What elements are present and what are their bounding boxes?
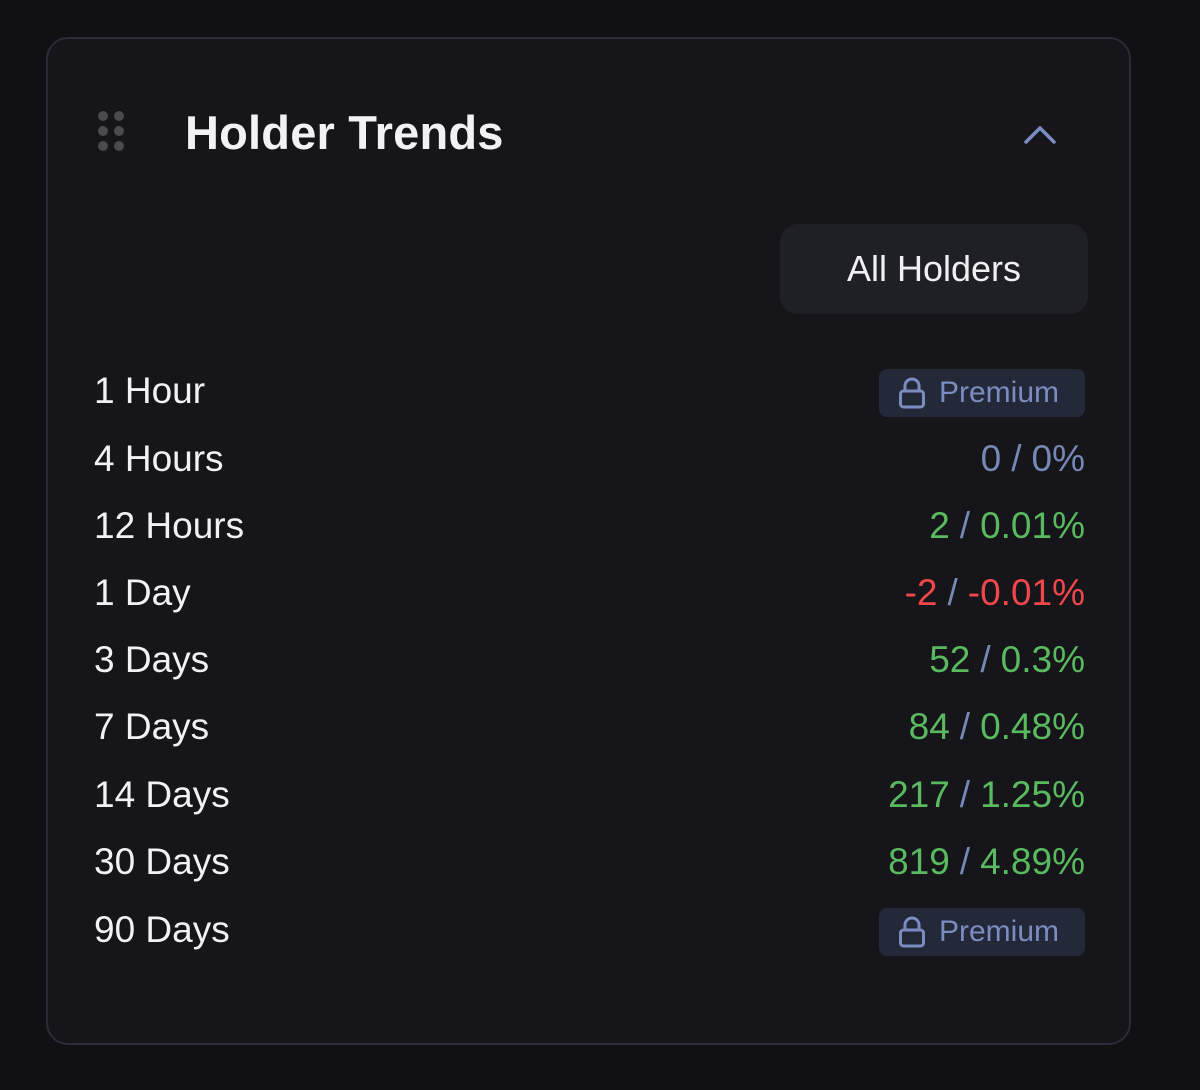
holder-change-count: 217 [888, 774, 950, 815]
collapse-button[interactable] [1018, 117, 1062, 151]
holder-change-percent: 0% [1031, 438, 1085, 479]
trend-row-label: 3 Days [94, 639, 210, 680]
holder-change-count: 84 [908, 706, 950, 747]
trend-row: 1 Hour Premium [48, 359, 1129, 419]
trend-row: 90 Days Premium [48, 898, 1129, 958]
value-separator: / [1011, 438, 1022, 479]
trend-value: 84/0.48% [909, 703, 1085, 751]
trend-value: 0/0% [981, 435, 1085, 483]
trend-row: 30 Days 819/4.89% [48, 830, 1129, 890]
holder-filter-button[interactable]: All Holders [780, 224, 1088, 314]
trend-row-label: 30 Days [94, 841, 230, 882]
trend-row: 1 Day -2/-0.01% [48, 561, 1129, 621]
value-separator: / [947, 572, 958, 613]
trend-row-label: 90 Days [94, 909, 230, 950]
holder-change-percent: 0.01% [980, 505, 1085, 546]
panel-header: Holder Trends [48, 39, 1129, 229]
trend-value: 52/0.3% [929, 636, 1085, 684]
holder-change-count: 2 [929, 505, 950, 546]
trend-value: -2/-0.01% [905, 569, 1085, 617]
trend-row-label: 7 Days [94, 706, 210, 747]
trend-row-label: 1 Day [94, 572, 191, 613]
holder-change-count: 819 [888, 841, 950, 882]
holder-change-count: 0 [980, 438, 1002, 479]
trend-row-label: 12 Hours [94, 505, 245, 546]
trend-row-label: 14 Days [94, 774, 230, 815]
value-separator: / [959, 505, 971, 546]
trend-row: 14 Days 217/1.25% [48, 763, 1129, 823]
trend-value: 819/4.89% [888, 838, 1085, 886]
holder-change-count: 52 [929, 639, 971, 680]
premium-badge[interactable]: Premium [879, 908, 1085, 956]
holder-change-count: -2 [904, 572, 938, 613]
holder-trends-panel: Holder Trends All Holders 1 Hour Premium 4… [46, 37, 1131, 1045]
trend-value: 217/1.25% [888, 771, 1085, 819]
holder-change-percent: 1.25% [980, 774, 1085, 815]
holder-change-percent: 4.89% [980, 841, 1085, 882]
value-separator: / [959, 841, 971, 882]
lock-icon [899, 377, 925, 409]
trend-row: 12 Hours 2/0.01% [48, 494, 1129, 554]
panel-title: Holder Trends [185, 106, 504, 159]
chevron-up-icon [1024, 126, 1056, 144]
value-separator: / [959, 774, 971, 815]
value-separator: / [980, 639, 991, 680]
drag-handle-icon[interactable] [98, 111, 124, 155]
trend-row-label: 1 Hour [94, 370, 206, 411]
holder-change-percent: 0.3% [1000, 639, 1085, 680]
trend-row: 4 Hours 0/0% [48, 427, 1129, 487]
holder-filter-label: All Holders [846, 248, 1022, 289]
holder-change-percent: -0.01% [967, 572, 1085, 613]
lock-icon [897, 376, 927, 410]
value-separator: / [959, 706, 971, 747]
premium-label: Premium [939, 915, 1060, 948]
premium-badge[interactable]: Premium [879, 369, 1085, 417]
premium-label: Premium [939, 376, 1060, 409]
lock-icon [899, 916, 925, 948]
holder-change-percent: 0.48% [980, 706, 1085, 747]
trend-value: 2/0.01% [929, 502, 1085, 550]
trend-row: 7 Days 84/0.48% [48, 695, 1129, 755]
trend-row-label: 4 Hours [94, 438, 224, 479]
lock-icon [897, 915, 927, 949]
trend-row: 3 Days 52/0.3% [48, 628, 1129, 688]
